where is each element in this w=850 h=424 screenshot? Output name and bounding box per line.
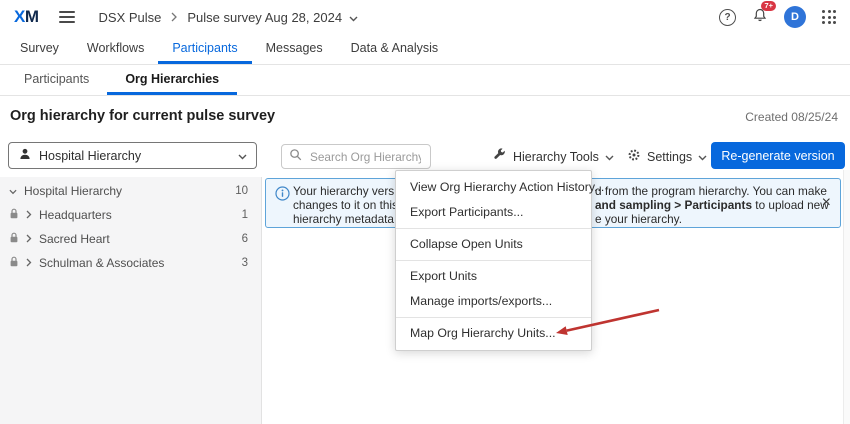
- xm-logo: XM: [14, 7, 39, 27]
- vertical-scrollbar[interactable]: [843, 170, 850, 424]
- xm-logo-m: M: [25, 7, 39, 26]
- tree-item-label: Headquarters: [39, 208, 112, 222]
- hierarchy-select[interactable]: Hospital Hierarchy: [8, 142, 257, 169]
- topbar-actions: ? 7+ D: [719, 6, 836, 28]
- notifications-button[interactable]: 7+: [752, 7, 768, 28]
- settings-label: Settings: [647, 150, 692, 164]
- tree-item-sacred-heart[interactable]: Sacred Heart 6: [0, 227, 261, 251]
- menu-divider: [396, 317, 591, 318]
- menu-item-map-org-hierarchy-units[interactable]: Map Org Hierarchy Units...: [396, 321, 591, 346]
- banner-text: Your hierarchy version: [293, 184, 410, 198]
- app-grid-icon[interactable]: [822, 10, 836, 24]
- lock-icon: [9, 208, 19, 222]
- settings-button[interactable]: Settings: [621, 144, 713, 169]
- info-icon: [275, 186, 290, 206]
- app-window: XM DSX Pulse Pulse survey Aug 28, 2024 ?: [0, 0, 850, 424]
- tab-survey[interactable]: Survey: [6, 34, 73, 64]
- tree-root-label: Hospital Hierarchy: [24, 184, 122, 198]
- hierarchy-tools-button[interactable]: Hierarchy Tools: [487, 144, 620, 169]
- banner-text: e your hierarchy.: [595, 213, 682, 226]
- banner-line-1: Your hierarchy version d from the progra…: [293, 185, 410, 198]
- chevron-down-icon: [698, 150, 707, 164]
- primary-nav: Survey Workflows Participants Messages D…: [0, 34, 850, 65]
- subtab-participants[interactable]: Participants: [6, 65, 107, 95]
- regenerate-version-button[interactable]: Re-generate version: [711, 142, 845, 169]
- caret-down-icon[interactable]: [9, 184, 17, 198]
- help-icon[interactable]: ?: [719, 9, 736, 26]
- chevron-down-icon: [238, 149, 247, 163]
- banner-text: and sampling > Participants to upload ne…: [595, 199, 829, 212]
- hierarchy-select-value: Hospital Hierarchy: [39, 149, 141, 163]
- avatar[interactable]: D: [784, 6, 806, 28]
- menu-item-export-participants[interactable]: Export Participants...: [396, 200, 591, 225]
- tree-item-headquarters[interactable]: Headquarters 1: [0, 203, 261, 227]
- tree-item-label: Sacred Heart: [39, 232, 110, 246]
- chevron-right-icon[interactable]: [26, 208, 32, 222]
- chevron-down-icon: [605, 150, 614, 164]
- menu-item-manage-imports-exports[interactable]: Manage imports/exports...: [396, 289, 591, 314]
- tree-item-count: 1: [242, 209, 248, 221]
- banner-text: d from the program hierarchy. You can ma…: [595, 185, 827, 198]
- lock-icon: [9, 256, 19, 270]
- tree-item-count: 6: [242, 233, 248, 245]
- breadcrumb: DSX Pulse Pulse survey Aug 28, 2024: [99, 10, 359, 25]
- hierarchy-tools-menu: View Org Hierarchy Action History... Exp…: [395, 170, 592, 351]
- menu-divider: [396, 260, 591, 261]
- tab-participants[interactable]: Participants: [158, 34, 251, 64]
- search-box: [281, 144, 431, 169]
- org-tree-panel: Hospital Hierarchy 10 Headquarters 1: [0, 177, 262, 424]
- close-icon[interactable]: ×: [822, 195, 831, 211]
- breadcrumb-survey-dropdown[interactable]: Pulse survey Aug 28, 2024: [187, 10, 358, 25]
- xm-logo-x: X: [14, 7, 25, 26]
- created-date: Created 08/25/24: [745, 110, 838, 124]
- breadcrumb-program[interactable]: DSX Pulse: [99, 10, 162, 25]
- top-bar: XM DSX Pulse Pulse survey Aug 28, 2024 ?: [0, 0, 850, 34]
- tab-data-analysis[interactable]: Data & Analysis: [337, 34, 453, 64]
- tab-workflows[interactable]: Workflows: [73, 34, 158, 64]
- tab-messages[interactable]: Messages: [252, 34, 337, 64]
- tree-item-label: Schulman & Associates: [39, 256, 164, 270]
- breadcrumb-survey-label: Pulse survey Aug 28, 2024: [187, 10, 342, 25]
- subtab-org-hierarchies[interactable]: Org Hierarchies: [107, 65, 237, 95]
- chevron-right-icon: [171, 10, 177, 25]
- chevron-down-icon: [349, 10, 358, 25]
- chevron-right-icon[interactable]: [26, 256, 32, 270]
- hamburger-menu-icon[interactable]: [59, 11, 75, 23]
- menu-item-export-units[interactable]: Export Units: [396, 264, 591, 289]
- tree-item-count: 3: [242, 257, 248, 269]
- tree-root-count: 10: [235, 185, 248, 197]
- search-input[interactable]: [308, 149, 423, 165]
- search-icon: [289, 148, 302, 166]
- org-person-icon: [18, 147, 32, 164]
- chevron-right-icon[interactable]: [26, 232, 32, 246]
- secondary-nav: Participants Org Hierarchies: [0, 65, 850, 96]
- menu-item-collapse-open-units[interactable]: Collapse Open Units: [396, 232, 591, 257]
- page-title: Org hierarchy for current pulse survey: [10, 108, 275, 124]
- wrench-icon: [493, 148, 507, 165]
- hierarchy-tools-label: Hierarchy Tools: [513, 150, 599, 164]
- notification-badge: 7+: [761, 1, 776, 11]
- menu-divider: [396, 228, 591, 229]
- lock-icon: [9, 232, 19, 246]
- tree-item-schulman[interactable]: Schulman & Associates 3: [0, 251, 261, 275]
- gear-icon: [627, 148, 641, 165]
- menu-item-view-action-history[interactable]: View Org Hierarchy Action History...: [396, 175, 591, 200]
- tree-root-row[interactable]: Hospital Hierarchy 10: [0, 179, 261, 203]
